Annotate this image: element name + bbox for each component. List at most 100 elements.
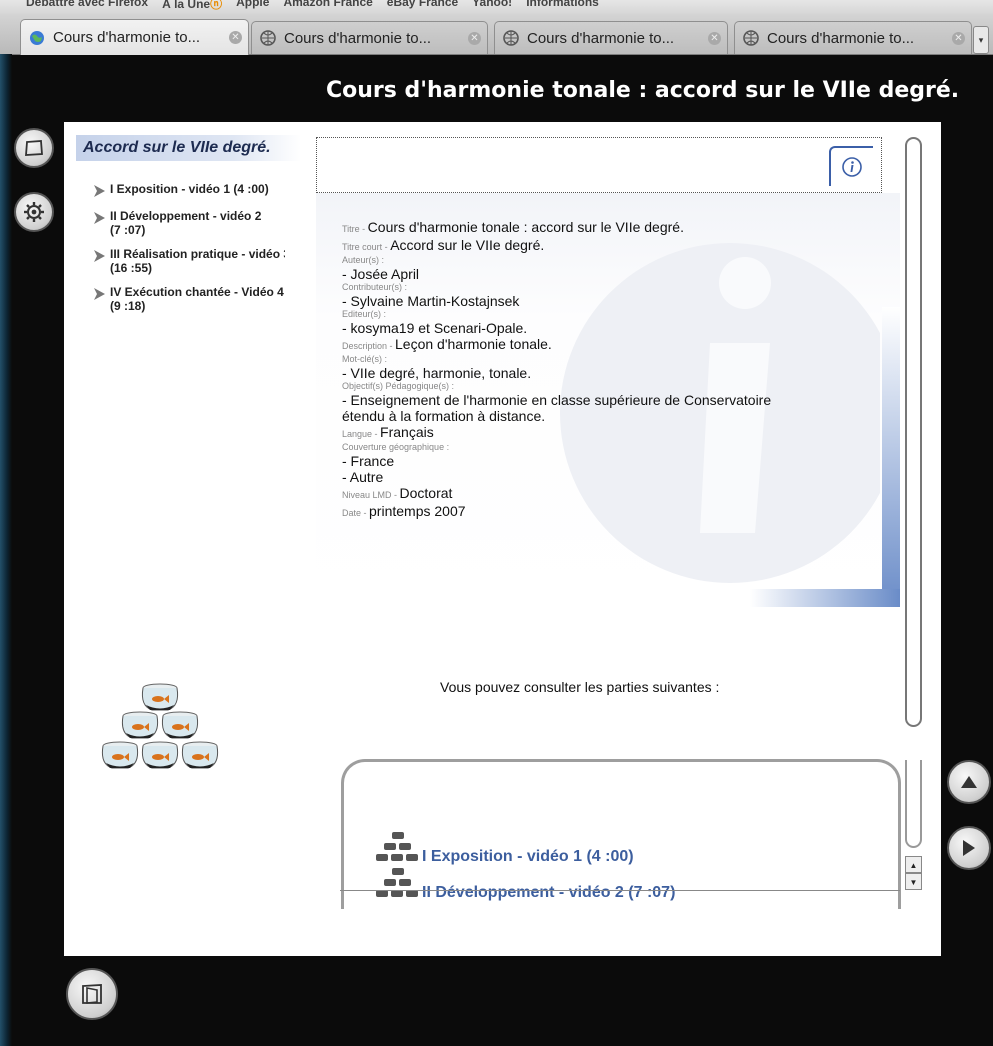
browser-tab[interactable]: Cours d'harmonie to... ✕ <box>20 19 249 55</box>
page-title: Cours d'harmonie tonale : accord sur le … <box>326 78 960 103</box>
browser-tab[interactable]: Cours d'harmonie to... ✕ <box>251 21 488 54</box>
rss-icon: ⓝ <box>210 0 223 11</box>
bookmark[interactable]: Yahoo! <box>472 0 512 12</box>
part-link[interactable]: I Exposition - vidéo 1 (4 :00) <box>372 828 634 866</box>
next-button[interactable] <box>947 826 991 870</box>
meta-value: Accord sur le VIIe degré. <box>390 237 545 253</box>
toc-item[interactable]: I Exposition - vidéo 1 (4 :00) <box>90 182 290 199</box>
scroll-up-arrow[interactable]: ▲ <box>905 856 922 873</box>
frame-icon <box>25 140 43 156</box>
scrollbar-thumb[interactable] <box>905 137 922 727</box>
triangle-right-icon <box>963 840 975 856</box>
info-icon <box>842 157 862 177</box>
tab-label: Cours d'harmonie to... <box>767 29 915 47</box>
meta-value: - Sylvaine Martin-Kostajnsek <box>342 293 520 309</box>
meta-label: Objectif(s) Pédagogique(s) : <box>342 381 455 391</box>
part-link[interactable]: II Développement - vidéo 2 (7 :07) <box>372 864 675 902</box>
settings-button[interactable] <box>14 192 54 232</box>
bookmark[interactable]: Apple <box>236 0 269 12</box>
scroll-up-button[interactable] <box>947 760 991 804</box>
browser-tab[interactable]: Cours d'harmonie to... ✕ <box>494 21 728 54</box>
close-tab-icon[interactable]: ✕ <box>952 31 965 45</box>
tab-list-button[interactable]: ▾ <box>973 26 989 54</box>
scroll-down-arrow[interactable]: ▼ <box>905 873 922 890</box>
meta-label: Auteur(s) : <box>342 255 385 265</box>
meta-label: Contributeur(s) : <box>342 282 408 292</box>
info-button[interactable] <box>829 146 873 186</box>
meta-label: Titre - <box>342 224 368 234</box>
meta-value: - Autre <box>342 469 384 485</box>
triangle-up-icon <box>961 776 977 788</box>
toc-item[interactable]: II Développement - vidéo 2 (7 :07) <box>90 209 290 237</box>
meta-label: Mot-clé(s) : <box>342 354 387 364</box>
bookmark[interactable]: Amazon France <box>283 0 372 12</box>
metadata-card: Titre - Cours d'harmonie tonale : accord… <box>316 193 900 607</box>
meta-label: Description - <box>342 341 396 351</box>
meta-label: Titre court - <box>342 242 391 252</box>
parts-box: I Exposition - vidéo 1 (4 :00) II Dévelo… <box>341 759 901 909</box>
toc-title: Accord sur le VIIe degré. <box>76 135 301 161</box>
module-button[interactable] <box>14 128 54 168</box>
meta-value: Français <box>380 424 434 440</box>
parts-intro: Vous pouvez consulter les parties suivan… <box>440 679 720 695</box>
card-corner-accent <box>882 307 900 607</box>
meta-label: Couverture géographique : <box>342 442 450 452</box>
fishbowl-icon <box>376 868 418 897</box>
meta-value: printemps 2007 <box>369 503 466 519</box>
chevron-right-icon <box>94 288 105 300</box>
tab-label: Cours d'harmonie to... <box>53 29 201 46</box>
bookmark[interactable]: Débattre avec Firefox <box>26 0 148 12</box>
toc-item-label: I Exposition - vidéo 1 (4 :00) <box>110 182 269 196</box>
toc-item-duration: (7 :07) <box>110 223 146 237</box>
window-edge <box>0 54 12 1046</box>
tab-label: Cours d'harmonie to... <box>527 29 675 47</box>
toc-item-duration: (9 :18) <box>110 299 146 313</box>
bookmarks-bar: Débattre avec Firefox À la Uneⓝ Apple Am… <box>0 0 993 14</box>
meta-value: - Enseignement de l'harmonie en classe s… <box>342 392 772 408</box>
toc-list: I Exposition - vidéo 1 (4 :00) II Dévelo… <box>90 182 290 323</box>
meta-value: - VIIe degré, harmonie, tonale. <box>342 365 532 381</box>
tab-bar: Cours d'harmonie to... ✕ Cours d'harmoni… <box>0 14 993 55</box>
close-tab-icon[interactable]: ✕ <box>468 31 481 45</box>
chevron-right-icon <box>94 185 105 197</box>
metadata-list: Titre - Cours d'harmonie tonale : accord… <box>342 219 882 521</box>
meta-label: Date - <box>342 508 370 518</box>
tab-label: Cours d'harmonie to... <box>284 29 432 47</box>
fishbowl-icon <box>376 832 418 861</box>
toc-item[interactable]: III Réalisation pratique - vidéo 3 (16 :5… <box>90 247 290 275</box>
bookmark[interactable]: Informations <box>526 0 599 12</box>
metadata-header <box>316 137 882 193</box>
gear-icon <box>24 202 44 222</box>
meta-label: Langue - <box>342 429 381 439</box>
exit-button[interactable] <box>66 968 118 1020</box>
close-tab-icon[interactable]: ✕ <box>229 31 242 44</box>
meta-value: Leçon d'harmonie tonale. <box>395 336 552 352</box>
divider <box>340 890 900 891</box>
toc-item-duration: (16 :55) <box>110 261 153 275</box>
globe-icon <box>30 30 44 45</box>
close-tab-icon[interactable]: ✕ <box>708 31 721 45</box>
scrollbar-track[interactable] <box>905 760 922 848</box>
door-icon <box>82 984 102 1004</box>
meta-label: Editeur(s) : <box>342 309 387 319</box>
meta-label: Niveau LMD - <box>342 490 400 500</box>
part-link-label: II Développement - vidéo 2 (7 :07) <box>422 884 676 901</box>
bookmark[interactable]: À la Uneⓝ <box>162 0 222 12</box>
chevron-right-icon <box>94 212 105 224</box>
meta-value: - kosyma19 et Scenari-Opale. <box>342 320 528 336</box>
browser-tab[interactable]: Cours d'harmonie to... ✕ <box>734 21 972 54</box>
toc-item-label: III Réalisation pratique - vidéo 3 <box>110 247 285 261</box>
meta-value: étendu à la formation à distance. <box>342 408 546 424</box>
meta-value: - Josée April <box>342 266 420 282</box>
toc-item[interactable]: IV Exécution chantée - Vidéo 4 (9 :18) <box>90 285 290 313</box>
fishbowl-pyramid-illustration <box>101 683 219 769</box>
globe-icon <box>260 30 276 46</box>
card-corner-accent <box>750 589 900 607</box>
meta-value: Cours d'harmonie tonale : accord sur le … <box>367 219 684 235</box>
globe-icon <box>743 30 759 46</box>
chevron-right-icon <box>94 250 105 262</box>
toc-item-label: II Développement - vidéo 2 <box>110 209 262 223</box>
globe-icon <box>503 30 519 46</box>
meta-value: Doctorat <box>399 485 453 501</box>
bookmark[interactable]: eBay France <box>387 0 458 12</box>
